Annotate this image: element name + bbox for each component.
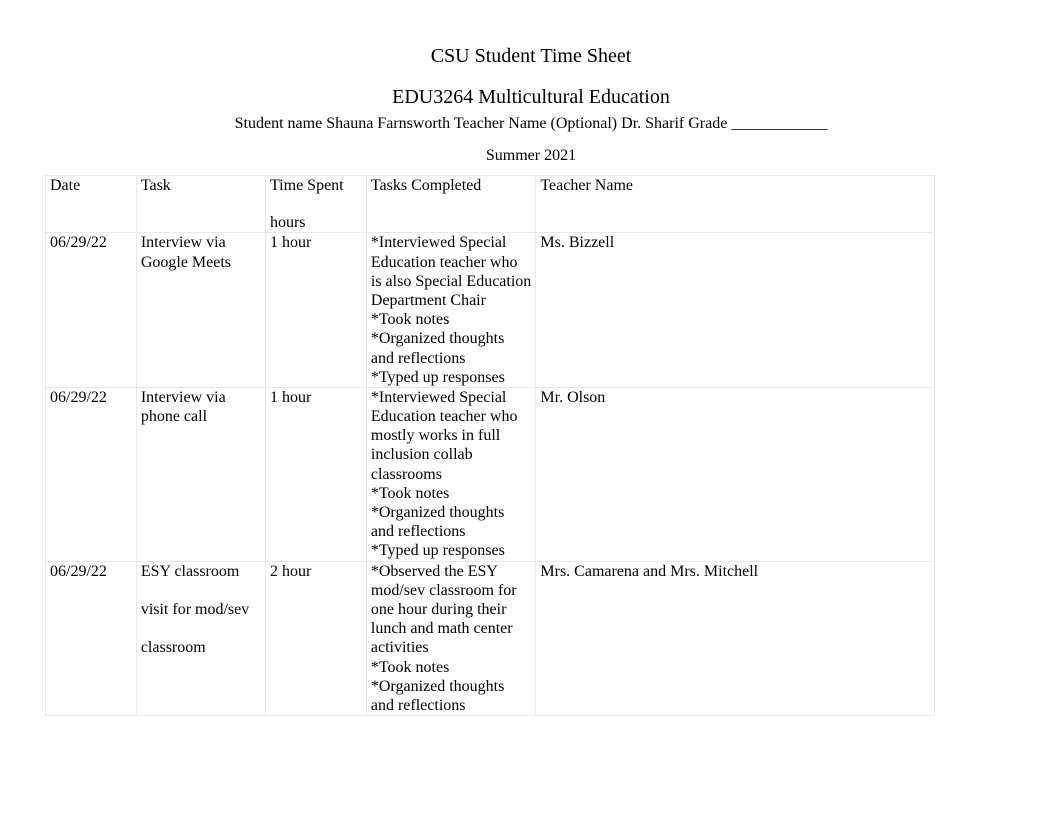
table-row: 06/29/22 Interview via Google Meets 1 ho…	[46, 233, 935, 388]
cell-completed: *Interviewed Special Education teacher w…	[366, 233, 536, 388]
term-label: Summer 2021	[45, 147, 1017, 165]
cell-task: Interview via Google Meets	[136, 233, 265, 388]
table-row: 06/29/22 Interview via phone call 1 hour…	[46, 387, 935, 561]
cell-time: 1 hour	[265, 387, 366, 561]
cell-date: 06/29/22	[46, 387, 137, 561]
student-info-line: Student name Shauna Farnsworth Teacher N…	[45, 115, 1017, 133]
document-header: CSU Student Time Sheet EDU3264 Multicult…	[45, 45, 1017, 165]
cell-date: 06/29/22	[46, 233, 137, 388]
cell-task: ESY classroom visit for mod/sev classroo…	[136, 561, 265, 716]
col-time-spent-label: Time Spent	[270, 177, 344, 194]
cell-completed: *Interviewed Special Education teacher w…	[366, 387, 536, 561]
cell-time: 2 hour	[265, 561, 366, 716]
col-time-spent-sublabel: hours	[270, 213, 362, 232]
timesheet-table: Date Task Time Spent hours Tasks Complet…	[45, 175, 935, 716]
col-teacher-name: Teacher Name	[536, 176, 935, 233]
cell-task: Interview via phone call	[136, 387, 265, 561]
cell-teacher: Mrs. Camarena and Mrs. Mitchell	[536, 561, 935, 716]
col-tasks-completed: Tasks Completed	[366, 176, 536, 233]
table-header-row: Date Task Time Spent hours Tasks Complet…	[46, 176, 935, 233]
cell-date: 06/29/22	[46, 561, 137, 716]
cell-time: 1 hour	[265, 233, 366, 388]
cell-completed: *Observed the ESY mod/sev classroom for …	[366, 561, 536, 716]
cell-teacher: Ms. Bizzell	[536, 233, 935, 388]
col-date: Date	[46, 176, 137, 233]
col-task: Task	[136, 176, 265, 233]
main-title: CSU Student Time Sheet	[45, 45, 1017, 68]
table-row: 06/29/22 ESY classroom visit for mod/sev…	[46, 561, 935, 716]
course-title: EDU3264 Multicultural Education	[45, 86, 1017, 109]
cell-teacher: Mr. Olson	[536, 387, 935, 561]
col-time-spent: Time Spent hours	[265, 176, 366, 233]
